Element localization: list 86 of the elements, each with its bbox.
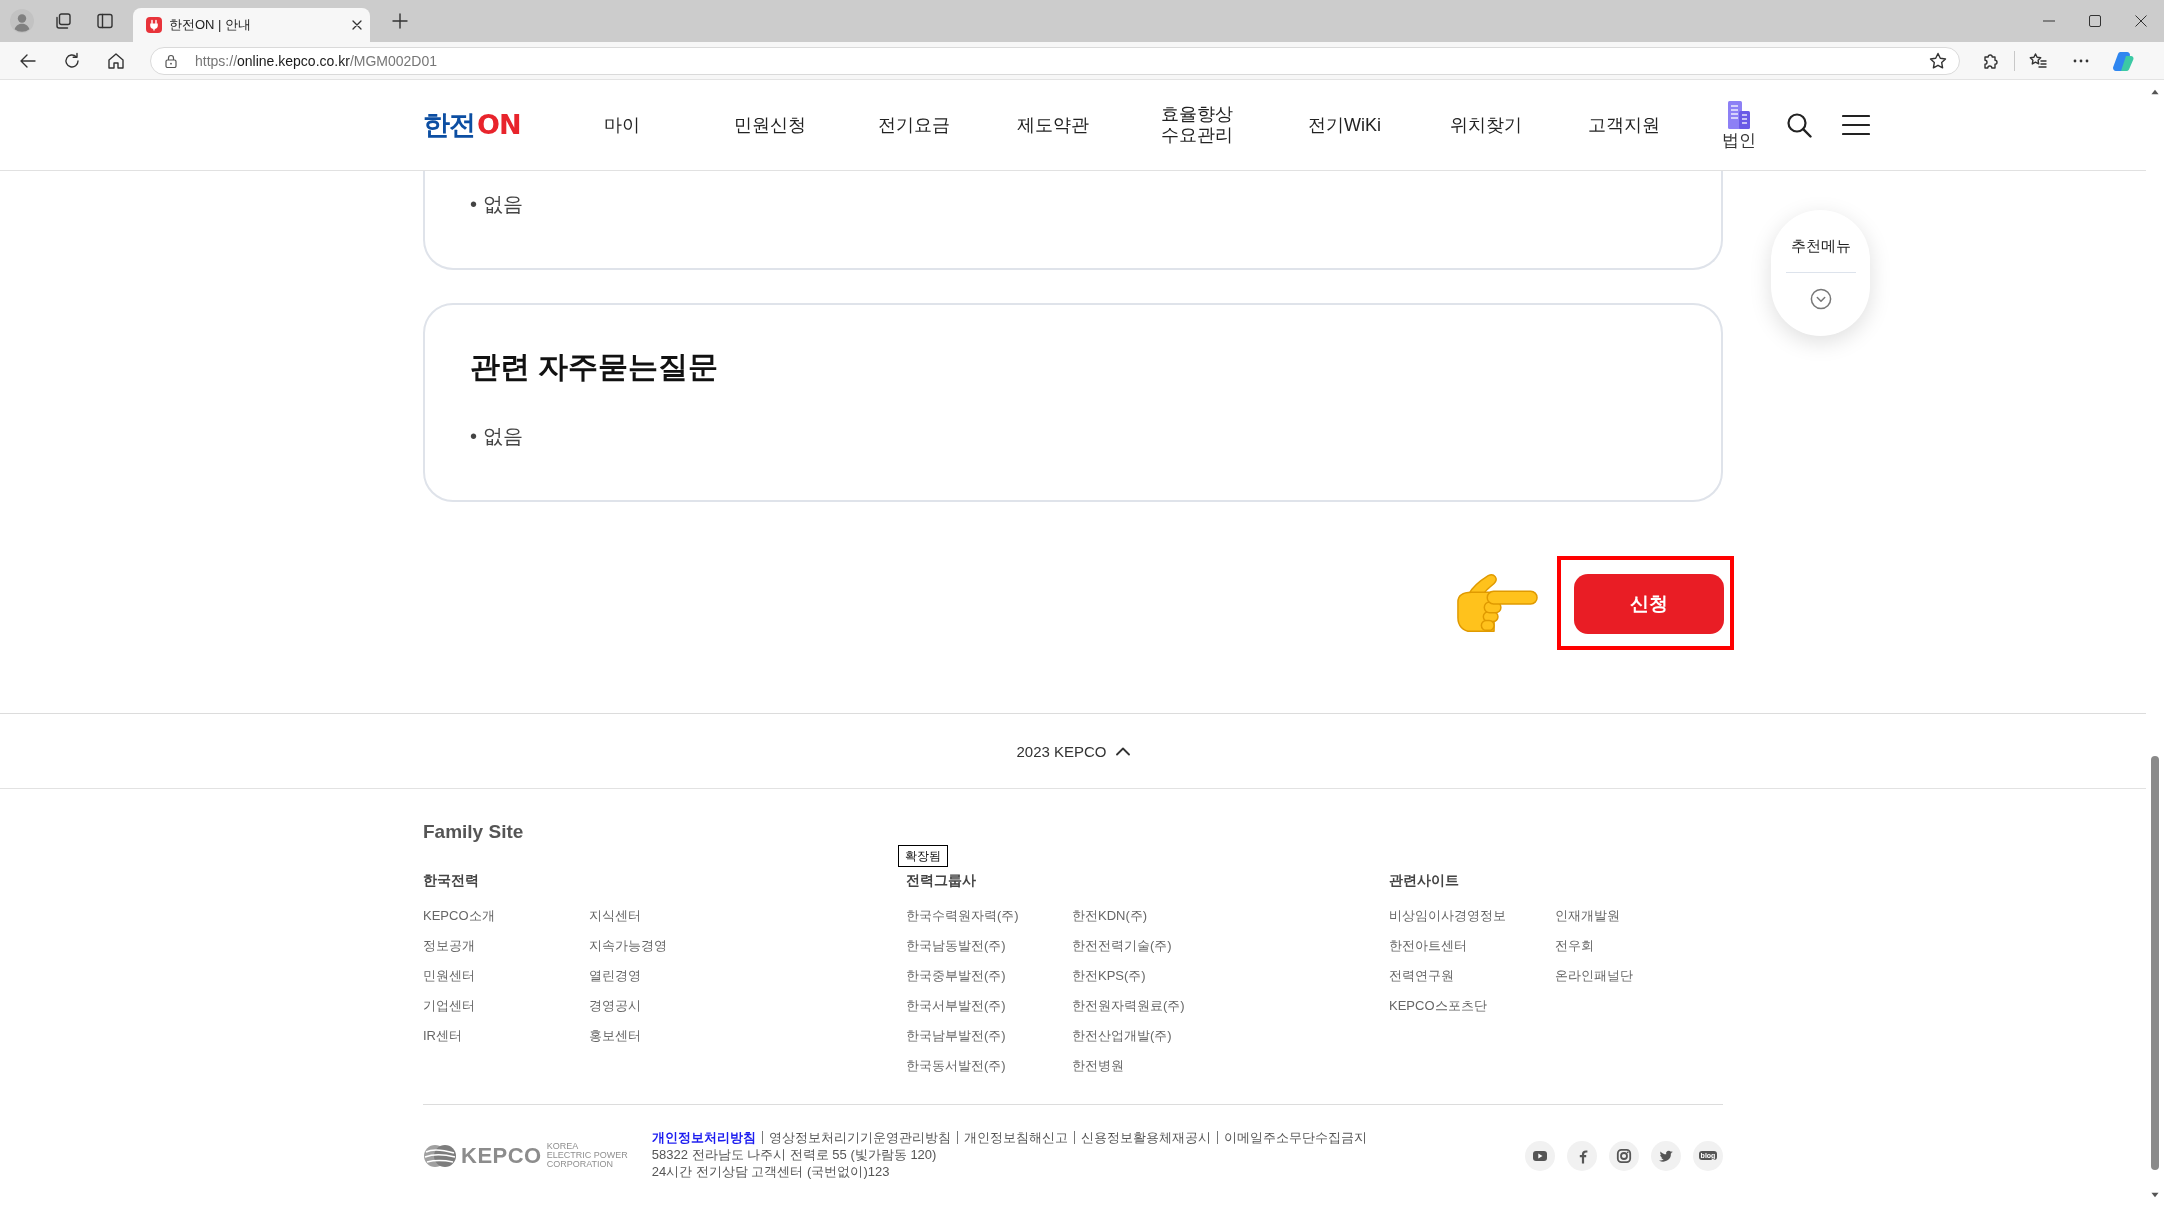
twitter-bird-icon[interactable] — [1651, 1140, 1681, 1171]
nav-menu-item[interactable]: 전기WiKi — [1308, 114, 1381, 136]
footer-link[interactable]: 정보공개 — [423, 936, 475, 956]
stacked-squares-icon[interactable] — [55, 13, 71, 29]
url-text: https://online.kepco.co.kr/MGM002D01 — [195, 52, 438, 69]
gradient-logo-icon[interactable] — [2112, 49, 2134, 72]
apply-button[interactable]: 신청 — [1574, 574, 1724, 634]
footer-link[interactable]: 한국수력원자력(주) — [906, 906, 1019, 926]
footer-link[interactable]: 홍보센터 — [589, 1026, 641, 1046]
plus-icon[interactable] — [392, 13, 408, 29]
footer-link[interactable]: 한국남부발전(주) — [906, 1026, 1006, 1046]
nav-menu-item[interactable]: 민원신청 — [734, 114, 806, 136]
pointing-hand-icon — [1455, 571, 1539, 635]
browser-tab[interactable]: 한전ON | 안내 — [133, 8, 370, 42]
footer-link[interactable]: 지식센터 — [589, 906, 641, 926]
star-icon[interactable] — [1929, 51, 1947, 70]
nav-menu-item[interactable]: 고객지원 — [1588, 114, 1660, 136]
nav-menu-item[interactable]: 위치찾기 — [1450, 114, 1522, 136]
footer-link[interactable]: 한전전력기술(주) — [1072, 936, 1172, 956]
nav-menu-item[interactable]: 효율향상 수요관리 — [1160, 104, 1233, 146]
list-item: • 없음 — [470, 424, 523, 449]
policy-link[interactable]: 신용정보활용체재공시 — [1073, 1131, 1211, 1144]
policy-link[interactable]: 개인정보침해신고 — [956, 1131, 1068, 1144]
close-icon[interactable] — [2135, 15, 2147, 27]
footer-link[interactable]: 민원센터 — [423, 966, 475, 986]
footer-link[interactable]: 온라인패널단 — [1555, 966, 1633, 986]
side-panel-icon[interactable] — [97, 13, 113, 29]
scroll-down-icon[interactable] — [2150, 1191, 2160, 1199]
footer-link[interactable]: 한전원자력원료(주) — [1072, 996, 1185, 1016]
lock-icon — [164, 53, 178, 68]
policy-link[interactable]: 영상정보처리기기운영관리방침 — [761, 1131, 951, 1144]
footer-link[interactable]: 경영공시 — [589, 996, 641, 1016]
footer-link[interactable]: 지속가능경영 — [589, 936, 667, 956]
call-center-text: 24시간 전기상담 고객센터 (국번없이)123 — [651, 1163, 890, 1180]
list-item: • 없음 — [470, 192, 523, 217]
footer-link[interactable]: 인재개발원 — [1555, 906, 1620, 926]
plug-icon — [146, 17, 162, 33]
footer-link[interactable]: 비상임이사경영정보 — [1389, 906, 1506, 926]
footer-toggle[interactable]: 2023 KEPCO — [1016, 742, 1130, 760]
footer-link[interactable]: 한전KPS(주) — [1072, 966, 1146, 986]
footer-link[interactable]: 한국동서발전(주) — [906, 1056, 1006, 1076]
address-field[interactable]: https://online.kepco.co.kr/MGM002D01 — [150, 46, 1960, 75]
puzzle-icon[interactable] — [1982, 51, 2000, 70]
address-text: 58322 전라남도 나주시 전력로 55 (빛가람동 120) — [651, 1146, 937, 1163]
footer-link[interactable]: 한전KDN(주) — [1072, 906, 1148, 926]
footer-link[interactable]: 한국남동발전(주) — [906, 936, 1006, 956]
chevron-down-icon[interactable] — [1809, 288, 1832, 310]
scroll-up-icon[interactable] — [2150, 88, 2160, 96]
building-icon — [1727, 100, 1751, 130]
group-heading: 전력그룹사 — [906, 871, 976, 890]
section-title: Family Site — [423, 820, 524, 844]
nav-menu-item[interactable]: 제도약관 — [1017, 114, 1089, 136]
footer-link[interactable]: KEPCO스포츠단 — [1389, 996, 1487, 1016]
policy-link[interactable]: 개인정보처리방침 — [651, 1131, 756, 1144]
reload-icon[interactable] — [63, 51, 81, 70]
card-title: 관련 자주묻는질문 — [470, 349, 719, 385]
corporate-link[interactable]: 법인 — [1722, 100, 1756, 150]
tooltip: 확장됨 — [898, 845, 948, 867]
search-icon[interactable] — [1786, 112, 1812, 138]
facebook-icon[interactable] — [1567, 1140, 1597, 1171]
footer-link[interactable]: 전우회 — [1555, 936, 1594, 956]
footer-link[interactable]: 전력연구원 — [1389, 966, 1454, 986]
footer-link[interactable]: 한전아트센터 — [1389, 936, 1467, 956]
close-icon[interactable] — [352, 20, 362, 30]
nav-menu-item[interactable]: 마이 — [604, 114, 640, 136]
recommend-menu-label[interactable]: 추천메뉴 — [1790, 236, 1851, 256]
group-heading: 관련사이트 — [1389, 871, 1459, 890]
group-heading: 한국전력 — [423, 871, 479, 890]
maximize-icon[interactable] — [2089, 15, 2101, 27]
footer-link[interactable]: KEPCO소개 — [423, 906, 495, 926]
footer-link[interactable]: IR센터 — [423, 1026, 462, 1046]
nav-menu-item[interactable]: 전기요금 — [878, 114, 950, 136]
scrollbar-thumb[interactable] — [2151, 756, 2159, 1170]
policy-link[interactable]: 이메일주소무단수집금지 — [1216, 1131, 1367, 1144]
youtube-icon[interactable] — [1525, 1140, 1555, 1171]
footer-link[interactable]: 열린경영 — [589, 966, 641, 986]
site-logo[interactable]: 한전ON — [423, 107, 521, 143]
star-list-icon[interactable] — [2029, 51, 2047, 70]
footer-link[interactable]: 한국중부발전(주) — [906, 966, 1006, 986]
footer-link[interactable]: 한전병원 — [1072, 1056, 1124, 1076]
home-icon[interactable] — [107, 51, 125, 70]
footer-link[interactable]: 한국서부발전(주) — [906, 996, 1006, 1016]
footer-link[interactable]: 한전산업개발(주) — [1072, 1026, 1172, 1046]
footer-link[interactable]: 기업센터 — [423, 996, 475, 1016]
menu-icon[interactable] — [1842, 114, 1870, 136]
instagram-icon[interactable] — [1609, 1140, 1639, 1171]
